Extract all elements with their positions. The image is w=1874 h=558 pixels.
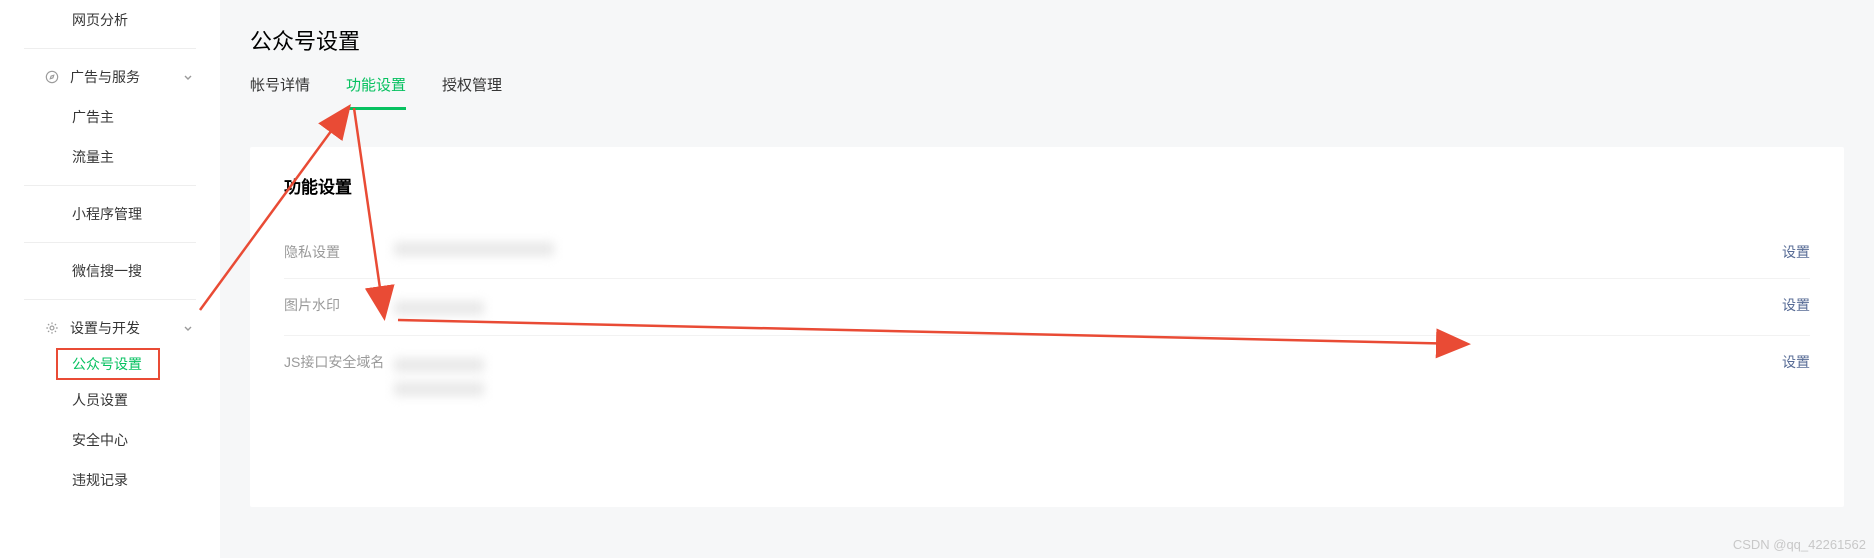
sidebar-item-wxsearch[interactable]: 微信搜一搜 xyxy=(0,251,220,291)
row-watermark: 图片水印 设置 xyxy=(284,278,1810,335)
settings-panel: 功能设置 隐私设置 设置 图片水印 设置 JS接口安全域名 xyxy=(250,147,1844,507)
redacted-text xyxy=(394,301,484,315)
panel-title: 功能设置 xyxy=(284,173,1810,198)
row-privacy: 隐私设置 设置 xyxy=(284,226,1810,278)
sidebar-item-label: 广告主 xyxy=(72,107,114,127)
main-content: 公众号设置 帐号详情 功能设置 授权管理 功能设置 隐私设置 设置 xyxy=(220,0,1874,558)
sidebar-section-dev[interactable]: 设置与开发 xyxy=(0,308,220,348)
gear-icon xyxy=(44,320,60,336)
tab-label: 功能设置 xyxy=(346,77,406,94)
page-title: 公众号设置 xyxy=(250,24,1844,56)
divider xyxy=(24,185,196,186)
sidebar-item-label: 人员设置 xyxy=(72,390,128,410)
sidebar-item-staff[interactable]: 人员设置 xyxy=(0,380,220,420)
row-action-link[interactable]: 设置 xyxy=(1782,295,1810,315)
divider xyxy=(24,299,196,300)
tab-account-detail[interactable]: 帐号详情 xyxy=(250,74,310,110)
redacted-text xyxy=(394,242,554,256)
redacted-text xyxy=(394,358,484,372)
tab-label: 帐号详情 xyxy=(250,77,310,94)
sidebar: 网页分析 广告与服务 广告主 流量主 小程序管理 xyxy=(0,0,220,558)
tab-auth-manage[interactable]: 授权管理 xyxy=(442,74,502,110)
sidebar-item-label: 微信搜一搜 xyxy=(72,261,142,281)
sidebar-item-advertiser[interactable]: 广告主 xyxy=(0,97,220,137)
redacted-text xyxy=(394,382,484,396)
row-label: JS接口安全域名 xyxy=(284,352,394,372)
row-value xyxy=(394,295,1762,319)
sidebar-item-web-analytics[interactable]: 网页分析 xyxy=(0,0,220,40)
sidebar-item-account-settings[interactable]: 公众号设置 xyxy=(56,348,160,380)
tabs: 帐号详情 功能设置 授权管理 xyxy=(250,74,1844,111)
divider xyxy=(24,242,196,243)
row-value xyxy=(394,352,1762,400)
sidebar-item-security[interactable]: 安全中心 xyxy=(0,420,220,460)
sidebar-section-label: 设置与开发 xyxy=(70,318,140,338)
sidebar-section-label: 广告与服务 xyxy=(70,67,140,87)
tab-label: 授权管理 xyxy=(442,77,502,94)
sidebar-section-ads[interactable]: 广告与服务 xyxy=(0,57,220,97)
row-label: 图片水印 xyxy=(284,295,394,315)
row-value xyxy=(394,242,1762,260)
sidebar-item-traffic[interactable]: 流量主 xyxy=(0,137,220,177)
compass-icon xyxy=(44,69,60,85)
sidebar-item-label: 违规记录 xyxy=(72,470,128,490)
sidebar-item-miniprogram[interactable]: 小程序管理 xyxy=(0,194,220,234)
row-js-domain: JS接口安全域名 设置 xyxy=(284,335,1810,416)
sidebar-item-label: 流量主 xyxy=(72,147,114,167)
sidebar-item-label: 小程序管理 xyxy=(72,204,142,224)
divider xyxy=(24,48,196,49)
sidebar-item-label: 网页分析 xyxy=(72,10,128,30)
chevron-down-icon xyxy=(180,69,196,85)
tab-function-settings[interactable]: 功能设置 xyxy=(346,74,406,110)
chevron-down-icon xyxy=(180,320,196,336)
sidebar-item-label: 安全中心 xyxy=(72,430,128,450)
sidebar-item-violations[interactable]: 违规记录 xyxy=(0,460,220,500)
row-action-link[interactable]: 设置 xyxy=(1782,352,1810,372)
row-action-link[interactable]: 设置 xyxy=(1782,242,1810,262)
row-label: 隐私设置 xyxy=(284,242,394,262)
sidebar-item-label: 公众号设置 xyxy=(72,354,142,374)
